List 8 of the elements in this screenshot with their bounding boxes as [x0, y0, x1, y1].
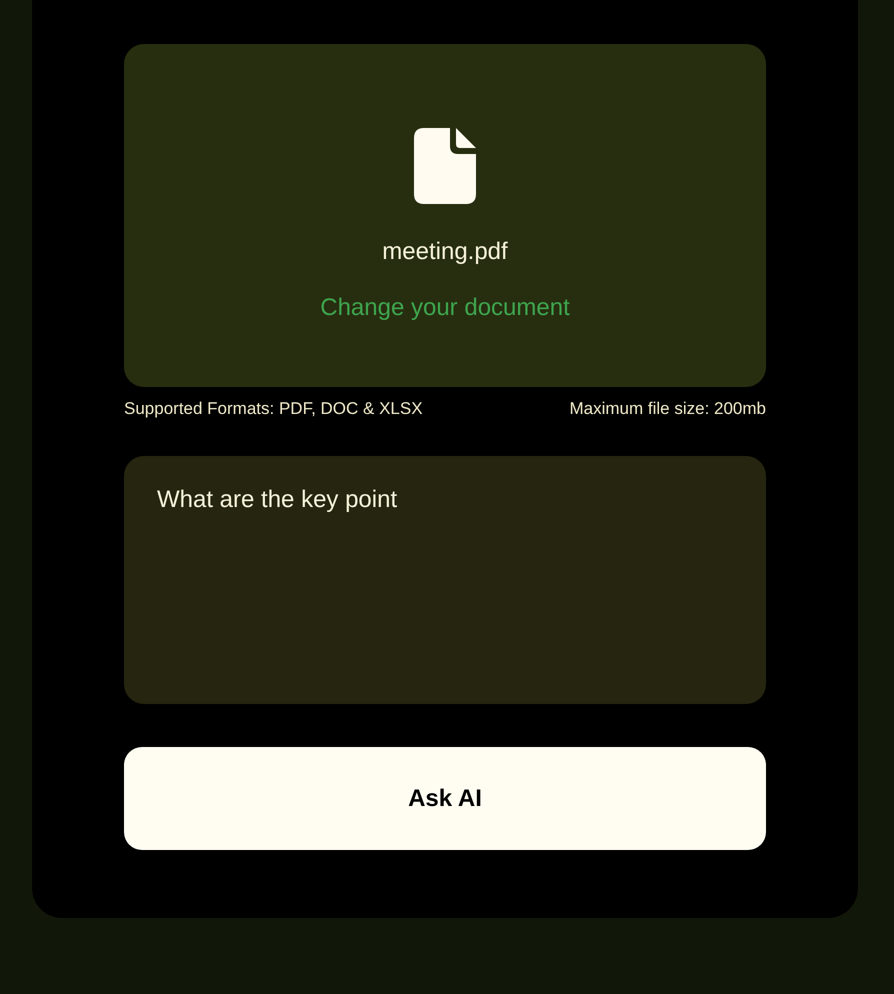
max-file-size-text: Maximum file size: 200mb: [569, 399, 766, 419]
change-document-link[interactable]: Change your document: [320, 294, 570, 322]
upload-area[interactable]: meeting.pdf Change your document: [124, 44, 766, 387]
file-name: meeting.pdf: [382, 238, 508, 266]
supported-formats-text: Supported Formats: PDF, DOC & XLSX: [124, 399, 423, 419]
question-field[interactable]: What are the key point: [124, 456, 766, 704]
ask-ai-button[interactable]: Ask AI: [124, 747, 766, 850]
document-icon: [414, 128, 476, 204]
